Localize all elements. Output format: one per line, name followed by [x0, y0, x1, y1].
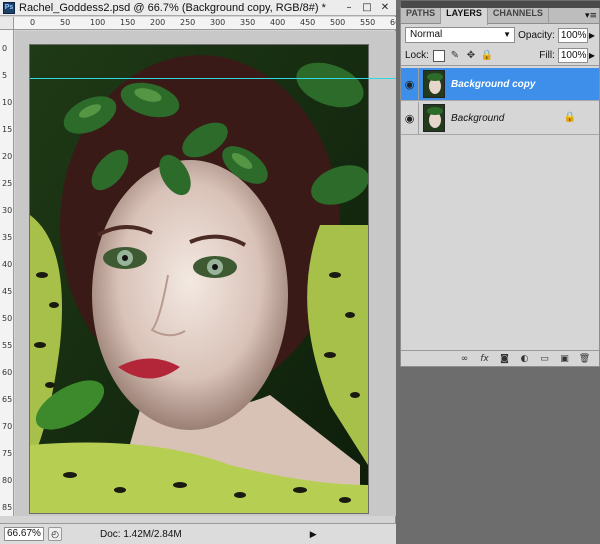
layer-lock-icon: 🔒: [563, 112, 576, 123]
opacity-label: Opacity:: [518, 29, 555, 41]
layers-panel: PATHS LAYERS CHANNELS ▾≡ Normal ▼ Opacit…: [400, 1, 600, 367]
lock-label: Lock:: [405, 50, 429, 61]
blend-mode-value: Normal: [410, 29, 443, 40]
ruler-tick-label: 5: [2, 71, 8, 80]
lock-all-icon[interactable]: 🔒: [481, 50, 493, 62]
ruler-tick-label: 15: [2, 125, 13, 134]
ruler-tick-label: 450: [300, 18, 316, 27]
status-bar: 66.67% ◴ Doc: 1.42M/2.84M ▶: [0, 523, 396, 544]
zoom-level-field[interactable]: 66.67%: [4, 527, 44, 541]
ruler-tick-label: 60: [2, 368, 13, 377]
adjustment-icon[interactable]: ◐: [518, 354, 531, 364]
opacity-slider-arrow-icon[interactable]: ▶: [589, 31, 595, 40]
mask-icon[interactable]: ◙: [498, 354, 511, 364]
fill-slider-arrow-icon[interactable]: ▶: [589, 51, 595, 60]
visibility-eye-icon[interactable]: ◉: [401, 101, 419, 135]
panel-footer: ∞ fx ◙ ◐ ▭ ▣ 🗑: [401, 350, 599, 366]
fill-label: Fill:: [539, 50, 555, 61]
tab-channels[interactable]: CHANNELS: [488, 8, 549, 24]
portrait-image: [30, 45, 368, 513]
new-layer-icon[interactable]: ▣: [558, 354, 571, 364]
ruler-tick-label: 550: [360, 18, 376, 27]
ruler-tick-label: 35: [2, 233, 13, 242]
ruler-tick-label: 300: [210, 18, 226, 27]
maximize-button[interactable]: □: [359, 1, 375, 14]
ruler-tick-label: 75: [2, 449, 13, 458]
fill-field[interactable]: 100%: [557, 48, 588, 63]
lock-image-brush-icon[interactable]: ✎: [449, 50, 461, 62]
layer-row-background[interactable]: ◉ Background 🔒: [401, 101, 599, 135]
ruler-tick-label: 0: [2, 44, 8, 53]
panel-tabs: PATHS LAYERS CHANNELS ▾≡: [401, 8, 599, 25]
ruler-tick-label: 40: [2, 260, 13, 269]
vertical-ruler[interactable]: 0 5 10 15 20 25 30 35 40 45 50 55 60 65 70 75 80 85: [0, 30, 14, 516]
ruler-tick-label: 50: [60, 18, 71, 27]
ruler-tick-label: 50: [2, 314, 13, 323]
status-menu-arrow-icon[interactable]: ▶: [310, 529, 317, 540]
guide-line[interactable]: [30, 78, 396, 79]
ruler-tick-label: 30: [2, 206, 13, 215]
chevron-down-icon: ▼: [503, 30, 511, 39]
horizontal-ruler[interactable]: 0 50 100 150 200 250 300 350 400 450 500 550 600: [14, 17, 396, 30]
ruler-tick-label: 0: [30, 18, 36, 27]
panel-menu-icon[interactable]: ▾≡: [583, 8, 599, 23]
ruler-tick-label: 70: [2, 422, 13, 431]
ruler-tick-label: 400: [270, 18, 286, 27]
layer-name[interactable]: Background: [451, 113, 504, 124]
ruler-origin[interactable]: [0, 17, 14, 30]
opacity-field[interactable]: 100%: [557, 27, 588, 43]
fx-icon[interactable]: fx: [478, 354, 491, 364]
group-icon[interactable]: ▭: [538, 354, 551, 364]
tab-paths[interactable]: PATHS: [401, 8, 442, 24]
trash-icon[interactable]: 🗑: [578, 354, 591, 364]
ruler-tick-label: 45: [2, 287, 13, 296]
link-icon[interactable]: ∞: [458, 354, 471, 364]
layer-name[interactable]: Background copy: [451, 79, 535, 90]
blend-mode-select[interactable]: Normal ▼: [405, 27, 515, 43]
ruler-tick-label: 55: [2, 341, 13, 350]
ruler-tick-label: 80: [2, 476, 13, 485]
tab-layers[interactable]: LAYERS: [441, 8, 488, 25]
photoshop-icon: Ps: [3, 1, 15, 14]
document-title-bar[interactable]: Ps Rachel_Goddess2.psd @ 66.7% (Backgrou…: [0, 0, 396, 16]
ruler-tick-label: 100: [90, 18, 106, 27]
ruler-tick-label: 65: [2, 395, 13, 404]
ruler-tick-label: 500: [330, 18, 346, 27]
layer-thumbnail: [423, 104, 445, 132]
ruler-tick-label: 10: [2, 98, 13, 107]
visibility-eye-icon[interactable]: ◉: [401, 67, 419, 101]
document-size: Doc: 1.42M/2.84M: [100, 528, 182, 540]
document-window: Ps Rachel_Goddess2.psd @ 66.7% (Backgrou…: [0, 0, 396, 544]
ruler-tick-label: 25: [2, 179, 13, 188]
canvas-area[interactable]: [15, 31, 396, 516]
ruler-tick-label: 350: [240, 18, 256, 27]
ruler-tick-label: 250: [180, 18, 196, 27]
close-button[interactable]: ✕: [377, 1, 393, 14]
status-icon[interactable]: ◴: [48, 527, 62, 541]
ruler-tick-label: 85: [2, 503, 13, 512]
panel-header-strip[interactable]: [401, 1, 600, 8]
ruler-tick-label: 200: [150, 18, 166, 27]
lock-transparency-icon[interactable]: [432, 49, 445, 62]
lock-position-move-icon[interactable]: ✥: [465, 50, 477, 62]
layer-row-background-copy[interactable]: ◉ Background copy: [401, 67, 599, 101]
ruler-tick-label: 600: [390, 18, 396, 27]
ruler-tick-label: 20: [2, 152, 13, 161]
ruler-tick-label: 150: [120, 18, 136, 27]
minimize-button[interactable]: –: [341, 1, 357, 14]
document-title: Rachel_Goddess2.psd @ 66.7% (Background …: [19, 1, 326, 14]
layer-thumbnail: [423, 70, 445, 98]
